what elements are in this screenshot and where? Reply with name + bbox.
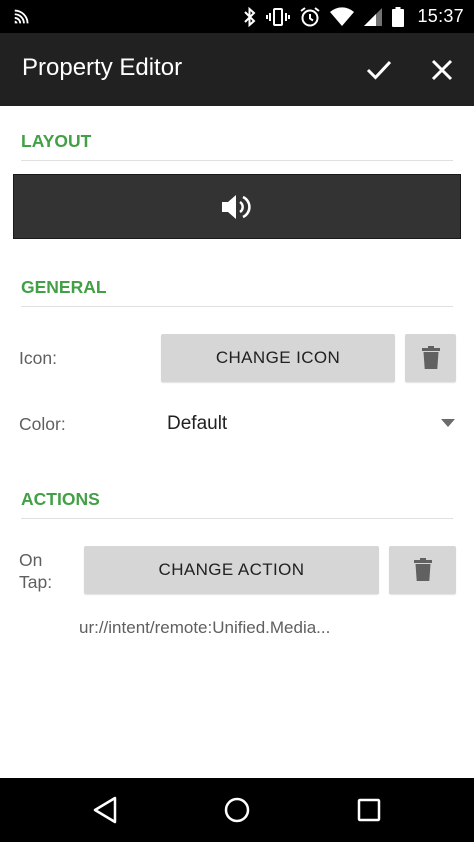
icon-label: Icon:	[19, 348, 57, 368]
back-icon	[93, 796, 117, 824]
action-uri: ur://intent/remote:Unified.Media...	[79, 618, 331, 637]
home-button[interactable]	[219, 792, 255, 828]
confirm-button[interactable]	[362, 53, 396, 87]
vibrate-icon	[266, 7, 291, 26]
recents-button[interactable]	[351, 792, 387, 828]
delete-icon-button[interactable]	[405, 334, 456, 382]
alarm-icon	[300, 6, 321, 26]
wifi-icon	[330, 6, 355, 26]
page-title: Property Editor	[22, 54, 183, 81]
trash-icon	[421, 346, 440, 369]
change-action-button[interactable]: CHANGE ACTION	[84, 546, 379, 594]
status-time: 15:37	[417, 6, 464, 26]
signal-icon	[364, 7, 383, 26]
navigation-bar	[0, 778, 474, 842]
dropdown-arrow-icon	[441, 419, 455, 427]
section-header-actions: ACTIONS	[21, 489, 453, 519]
section-header-layout: LAYOUT	[21, 131, 453, 161]
status-bar: 15:37	[0, 0, 474, 33]
color-spinner[interactable]: Default	[161, 404, 461, 444]
recents-icon	[357, 798, 381, 822]
back-button[interactable]	[87, 792, 123, 828]
layout-preview[interactable]	[13, 174, 461, 239]
color-label: Color:	[19, 414, 66, 434]
check-icon	[366, 60, 392, 80]
home-icon	[224, 797, 250, 823]
app-bar: Property Editor	[0, 33, 474, 106]
delete-action-button[interactable]	[389, 546, 456, 594]
battery-icon	[392, 6, 405, 27]
volume-icon	[222, 194, 251, 219]
cast-icon	[14, 9, 29, 24]
on-tap-label: On Tap:	[19, 550, 53, 592]
section-header-general: GENERAL	[21, 277, 453, 307]
close-icon	[431, 59, 453, 81]
trash-icon	[413, 558, 432, 581]
color-value: Default	[167, 413, 228, 434]
bluetooth-icon	[244, 6, 256, 27]
close-button[interactable]	[425, 53, 459, 87]
change-icon-button[interactable]: CHANGE ICON	[161, 334, 395, 382]
